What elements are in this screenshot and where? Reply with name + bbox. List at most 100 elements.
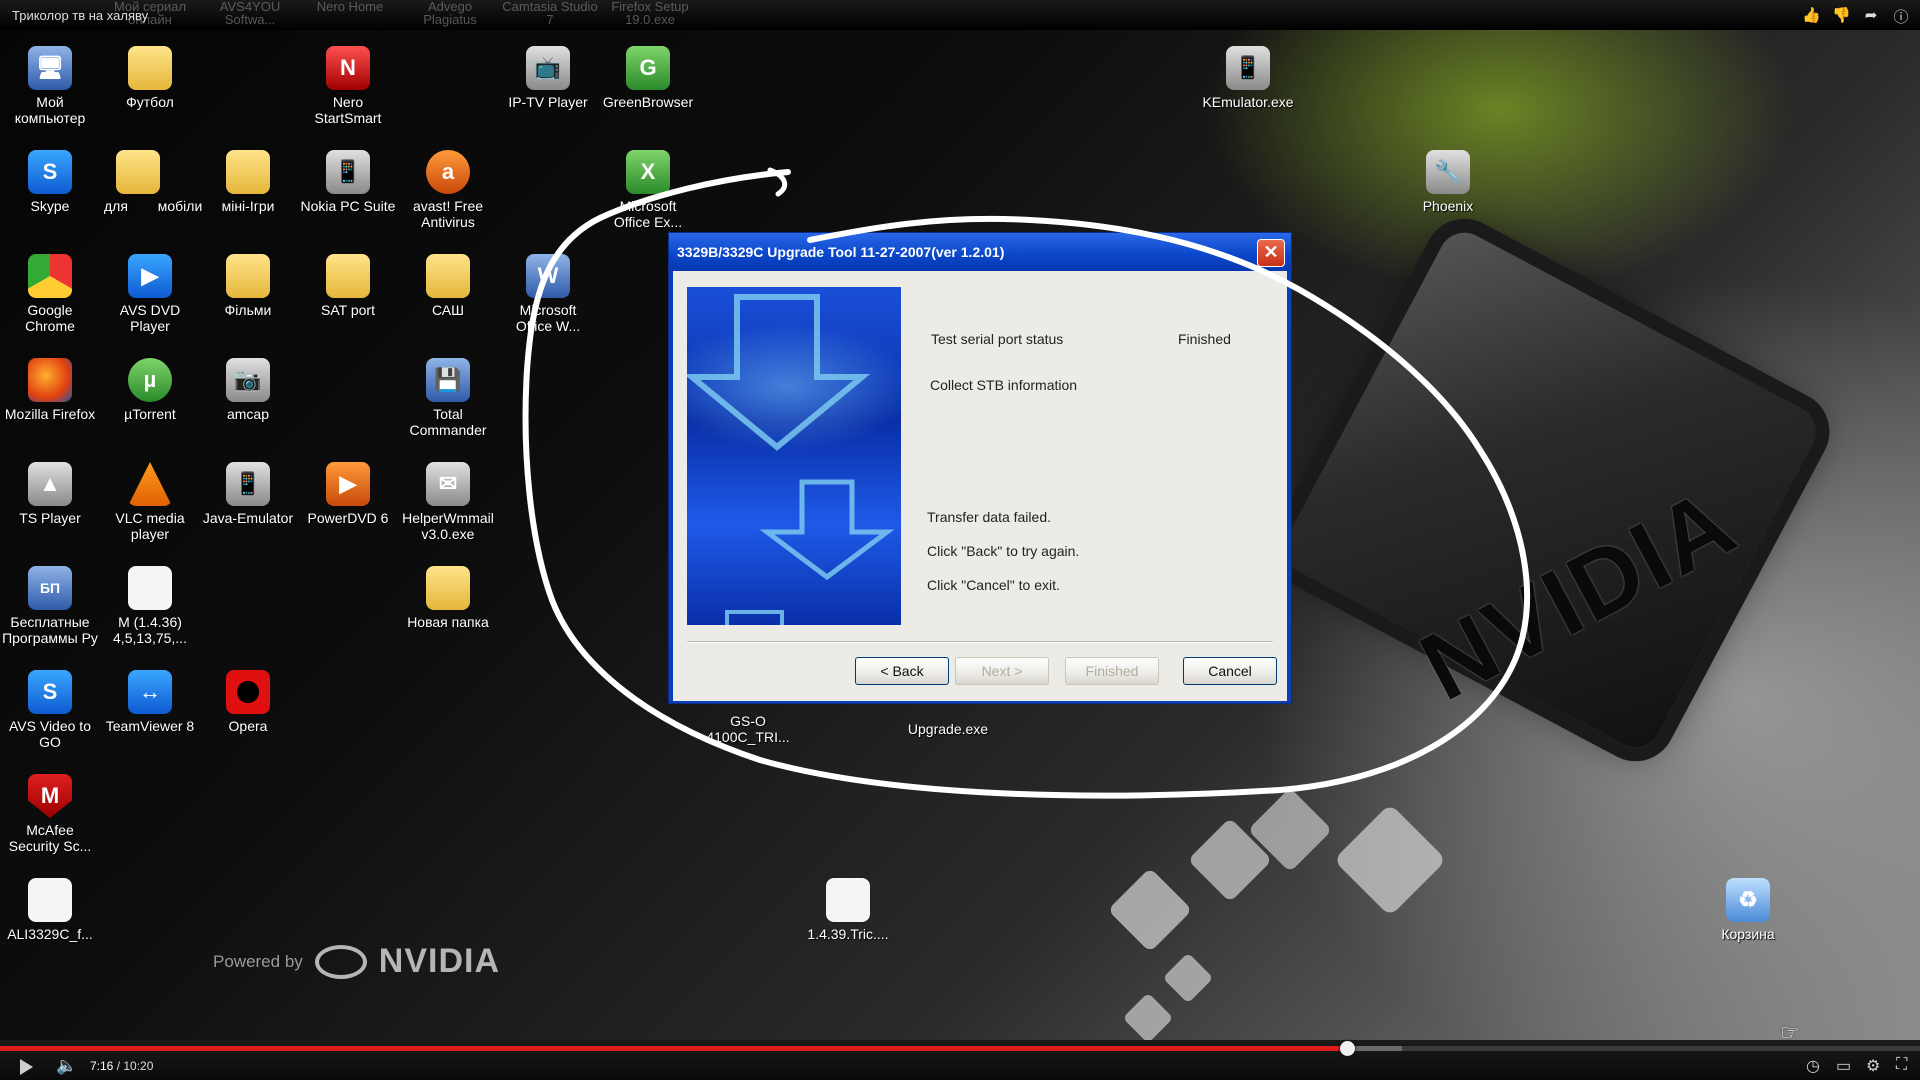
- desktop-icon-kemulator[interactable]: 📱 KEmulator.exe: [1198, 46, 1298, 110]
- desktop-icon-upgrade-label[interactable]: Upgrade.exe: [898, 721, 998, 737]
- icon-label: Мой компьютер: [14, 94, 86, 126]
- icon-label: Nokia PC Suite: [300, 198, 396, 214]
- computer-icon: 🖥: [28, 46, 72, 90]
- cancel-button[interactable]: Cancel: [1183, 657, 1277, 685]
- desktop-icon-total-commander[interactable]: 💾 Total Commander: [398, 358, 498, 438]
- theater-mode-icon[interactable]: ▭: [1836, 1056, 1851, 1076]
- avs-video-icon: S: [28, 670, 72, 714]
- icon-label: avast! Free Antivirus: [412, 198, 484, 230]
- settings-gear-icon[interactable]: ⚙: [1866, 1056, 1880, 1076]
- icon-label: 1.4.39.Tric....: [807, 926, 889, 942]
- faded-label: Camtasia Studio 7: [502, 0, 598, 27]
- desktop-icon-helper[interactable]: ✉ HelperWmmail v3.0.exe: [398, 462, 498, 542]
- icon-label: McAfee Security Sc...: [8, 822, 92, 854]
- folder-icon: [128, 46, 172, 90]
- icon-label: M (1.4.36) 4,5,13,75,...: [113, 614, 187, 646]
- desktop-icon-sat-port[interactable]: SAT port: [298, 254, 398, 318]
- desktop-icon-utorrent[interactable]: µ µTorrent: [100, 358, 200, 422]
- dialog-title: 3329B/3329C Upgrade Tool 11-27-2007(ver …: [677, 244, 1005, 260]
- chrome-icon: [28, 254, 72, 298]
- icon-label: Nero StartSmart: [314, 94, 382, 126]
- share-icon[interactable]: ➦: [1862, 6, 1880, 27]
- dialog-titlebar[interactable]: 3329B/3329C Upgrade Tool 11-27-2007(ver …: [669, 233, 1291, 271]
- helper-icon: ✉: [426, 462, 470, 506]
- desktop-icon-phoenix[interactable]: 🔧 Phoenix: [1398, 150, 1498, 214]
- desktop-icon-java-emulator[interactable]: 📱 Java-Emulator: [198, 462, 298, 526]
- desktop-icon-amcap[interactable]: 📷 amcap: [198, 358, 298, 422]
- desktop-icon-powerdvd[interactable]: ▶ PowerDVD 6: [298, 462, 398, 526]
- desktop-icon-football[interactable]: Футбол: [100, 46, 200, 110]
- file-icon: [28, 878, 72, 922]
- icon-label: SAT port: [321, 302, 375, 318]
- folder-icon: [226, 150, 270, 194]
- desktop-icon-avs-dvd[interactable]: ▶ AVS DVD Player: [100, 254, 200, 334]
- desktop-icon-nokia[interactable]: 📱 Nokia PC Suite: [298, 150, 398, 214]
- dialog-separator: [687, 641, 1273, 643]
- kemulator-icon: 📱: [1226, 46, 1270, 90]
- status-label-stb-info: Collect STB information: [930, 377, 1078, 393]
- desktop-icon-mcafee[interactable]: M McAfee Security Sc...: [0, 774, 100, 854]
- progress-handle[interactable]: [1339, 1041, 1355, 1056]
- info-icon[interactable]: ⓘ: [1892, 6, 1910, 27]
- desktop-icon-greenbrowser[interactable]: G GreenBrowser: [598, 46, 698, 110]
- back-button[interactable]: < Back: [855, 657, 949, 685]
- icon-label: GreenBrowser: [602, 94, 694, 110]
- video-title[interactable]: Триколор тв на халяву: [0, 8, 148, 23]
- desktop-icon-avast[interactable]: a avast! Free Antivirus: [398, 150, 498, 230]
- desktop-icon-films[interactable]: Фільми: [198, 254, 298, 318]
- nvidia-eye-icon: [314, 944, 367, 979]
- play-icon[interactable]: [20, 1059, 33, 1075]
- desktop-icon-iptv[interactable]: 📺 IP-TV Player: [498, 46, 598, 110]
- desktop-icon-excel[interactable]: X Microsoft Office Ex...: [598, 150, 698, 230]
- desktop-icon-teamviewer[interactable]: ↔ TeamViewer 8: [100, 670, 200, 734]
- desktop-icon-recycle-bin[interactable]: ♻ Корзина: [1698, 878, 1798, 942]
- icon-label: Total Commander: [409, 406, 487, 438]
- desktop-icon-ali3329c[interactable]: ALI3329C_f...: [0, 878, 100, 942]
- status-label-serial-port: Test serial port status: [931, 331, 1064, 347]
- finished-button[interactable]: Finished: [1065, 657, 1159, 685]
- close-icon[interactable]: ✕: [1257, 239, 1285, 267]
- firefox-icon: [28, 358, 72, 402]
- total-commander-icon: 💾: [426, 358, 470, 402]
- icon-label: Opera: [228, 718, 268, 734]
- icon-label: Microsoft Office Ex...: [613, 198, 683, 230]
- volume-icon[interactable]: 🔈: [56, 1056, 77, 1076]
- desktop-icon-m-file[interactable]: M (1.4.36) 4,5,13,75,...: [100, 566, 200, 646]
- watch-later-icon[interactable]: ◷: [1806, 1056, 1820, 1076]
- time-current: 7:16: [90, 1059, 114, 1073]
- desktop-icon-tric-file[interactable]: 1.4.39.Tric....: [798, 878, 898, 942]
- like-icon[interactable]: 👍: [1802, 6, 1821, 27]
- icon-label: Google Chrome: [25, 302, 75, 334]
- icon-label: Новая папка: [407, 614, 489, 630]
- time-display: 7:16 / 10:20: [90, 1059, 153, 1073]
- faded-label: Firefox Setup 19.0.exe: [611, 0, 689, 27]
- desktop-icon-gs-label[interactable]: GS-O 4100C_TRI...: [698, 713, 798, 745]
- desktop-icon-opera[interactable]: Opera: [198, 670, 298, 734]
- status-value-serial-port: Finished: [1178, 331, 1231, 347]
- icon-label: САШ: [432, 302, 464, 318]
- desktop-icon-sash[interactable]: САШ: [398, 254, 498, 318]
- fullscreen-icon[interactable]: ⛶: [1896, 1056, 1907, 1074]
- desktop-icon-firefox[interactable]: Mozilla Firefox: [0, 358, 100, 422]
- desktop-icon-vlc[interactable]: VLC media player: [100, 462, 200, 542]
- folder-icon: [326, 254, 370, 298]
- iptv-icon: 📺: [526, 46, 570, 90]
- next-button[interactable]: Next >: [955, 657, 1049, 685]
- desktop-icon-my-computer[interactable]: 🖥 Мой компьютер: [0, 46, 100, 126]
- desktop-icon-ts-player[interactable]: ▲ TS Player: [0, 462, 100, 526]
- desktop-icon-free-programs[interactable]: БП Бесплатные Программы Ру: [0, 566, 100, 646]
- desktop-icon-nero[interactable]: N Nero StartSmart: [298, 46, 398, 126]
- desktop-icon-chrome[interactable]: Google Chrome: [0, 254, 100, 334]
- icon-label: µTorrent: [124, 406, 176, 422]
- time-total: 10:20: [123, 1059, 154, 1073]
- message-transfer-failed: Transfer data failed.: [927, 509, 1051, 525]
- desktop-icon-avs-video[interactable]: S AVS Video to GO: [0, 670, 100, 750]
- progress-bar[interactable]: [0, 1046, 1920, 1051]
- dislike-icon[interactable]: 👎: [1832, 6, 1851, 27]
- mouse-pointer-icon: ☞: [1780, 1020, 1800, 1045]
- desktop-icon-word[interactable]: W Microsoft Office W...: [498, 254, 598, 334]
- desktop-icon-new-folder[interactable]: Новая папка: [398, 566, 498, 630]
- faded-label: Advego Plagiatus: [423, 0, 477, 27]
- dialog-body: Test serial port status Finished Collect…: [673, 271, 1287, 701]
- desktop-icon-mini-games[interactable]: міні-Ігри: [198, 150, 298, 214]
